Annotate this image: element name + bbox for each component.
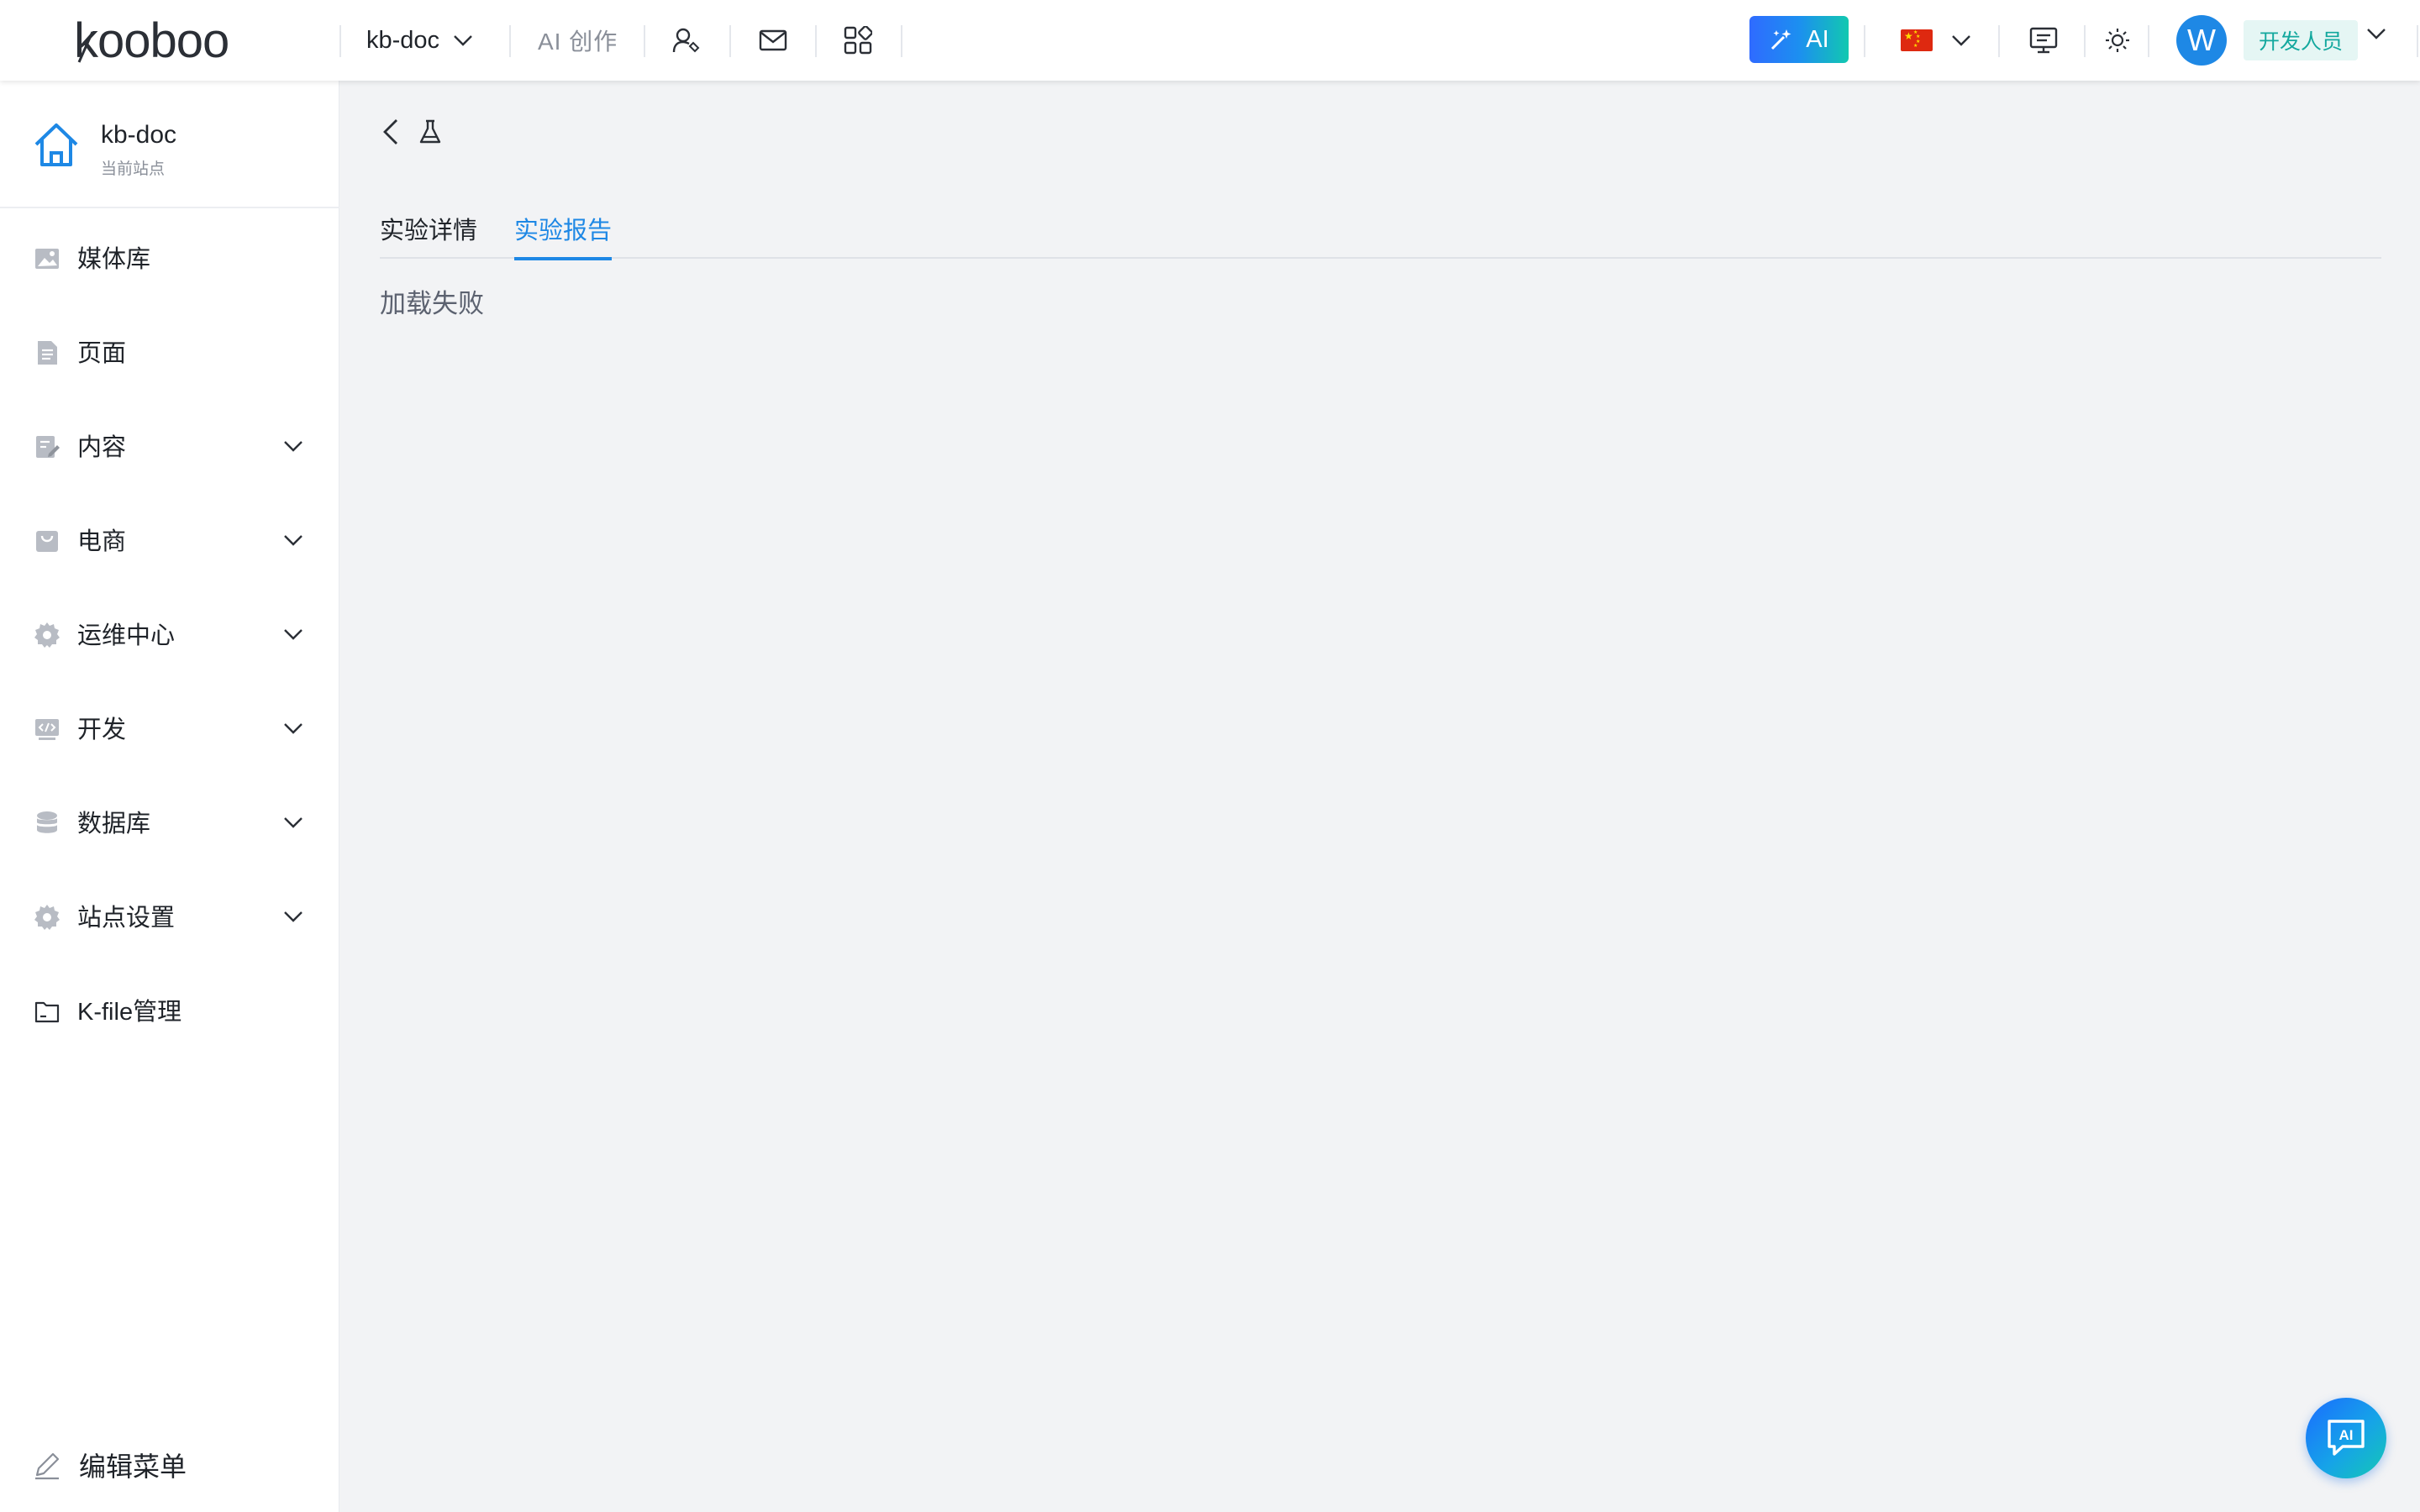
theme-sun-icon[interactable] — [2097, 20, 2138, 60]
image-icon — [35, 249, 59, 269]
sidebar-item-ecommerce[interactable]: 电商 — [0, 509, 339, 570]
current-site-header[interactable]: kb-doc 当前站点 — [0, 81, 339, 208]
role-badge[interactable]: 开发人员 — [2244, 20, 2358, 60]
home-icon — [34, 123, 78, 166]
back-arrow-icon[interactable] — [380, 118, 405, 146]
site-switcher[interactable]: kb-doc — [366, 20, 473, 60]
load-failed-message: 加载失败 — [380, 289, 484, 318]
divider — [2084, 25, 2086, 57]
chevron-down-icon — [284, 441, 302, 452]
svg-text:AI: AI — [2339, 1427, 2354, 1443]
settings-icon — [34, 905, 60, 930]
chevron-down-icon — [284, 817, 302, 828]
divider — [339, 25, 341, 57]
site-switcher-label: kb-doc — [366, 26, 440, 54]
pencil-icon — [35, 1452, 60, 1480]
sidebar: kb-doc 当前站点 媒体库 页面 内容 电商 运维中心 开发 数据库 站点设… — [0, 81, 339, 1512]
sidebar-item-label: 运维中心 — [77, 622, 176, 649]
sidebar-item-label: 站点设置 — [77, 905, 176, 932]
site-subtitle: 当前站点 — [101, 160, 166, 178]
chevron-down-icon — [284, 723, 302, 734]
document-icon — [38, 341, 57, 365]
sidebar-item-label: 电商 — [77, 528, 127, 555]
ai-chat-icon: AI — [2328, 1420, 2365, 1456]
sidebar-item-ops[interactable]: 运维中心 — [0, 603, 339, 664]
ai-button[interactable]: AI — [1749, 16, 1849, 63]
edit-menu-button[interactable]: 编辑菜单 — [32, 1441, 187, 1488]
sidebar-item-pages[interactable]: 页面 — [0, 321, 339, 381]
divider — [901, 25, 902, 57]
account-menu-toggle[interactable] — [2366, 27, 2386, 45]
divider — [1998, 25, 2000, 57]
site-title: kb-doc — [101, 121, 177, 149]
ai-chat-button[interactable]: AI — [2306, 1398, 2386, 1478]
tab-experiment-report[interactable]: 实验报告 — [514, 198, 613, 260]
chevron-down-icon — [284, 535, 302, 546]
user-permission-icon[interactable] — [666, 20, 706, 60]
sidebar-item-label: 内容 — [77, 434, 127, 461]
page-header — [380, 118, 442, 146]
user-avatar[interactable]: W — [2176, 15, 2227, 66]
content-edit-icon — [36, 436, 60, 458]
kooboo-logo[interactable]: kooboo — [74, 15, 272, 66]
sidebar-item-label: 页面 — [77, 340, 127, 367]
divider — [644, 25, 645, 57]
chevron-down-icon — [1952, 35, 1970, 46]
cn-flag-icon: ★ ★ ★ ★ ★ — [1901, 29, 1933, 51]
sidebar-item-site-settings[interactable]: 站点设置 — [0, 885, 339, 946]
gear-icon — [34, 622, 60, 648]
chevron-down-icon — [2367, 29, 2386, 39]
top-bar: kooboo kb-doc AI 创作 AI ★ ★ ★ ★ ★ W 开发人员 — [0, 0, 2420, 81]
divider — [2148, 25, 2149, 57]
ai-button-label: AI — [1806, 25, 1829, 53]
divider — [509, 25, 511, 57]
edit-menu-label: 编辑菜单 — [79, 1452, 187, 1482]
report-tabs: 实验详情 实验报告 — [380, 198, 2381, 260]
shop-icon — [36, 531, 58, 552]
sidebar-item-content[interactable]: 内容 — [0, 415, 339, 475]
svg-text:kooboo: kooboo — [74, 15, 229, 66]
divider — [729, 25, 731, 57]
sidebar-item-label: 开发 — [77, 717, 127, 743]
sidebar-item-label: K-file管理 — [77, 999, 182, 1026]
chevron-down-icon — [284, 629, 302, 640]
sidebar-item-label: 媒体库 — [77, 246, 151, 273]
sidebar-item-kfile[interactable]: K-file管理 — [0, 979, 339, 1040]
sidebar-item-label: 数据库 — [77, 811, 151, 837]
divider — [815, 25, 817, 57]
flask-icon — [419, 119, 441, 144]
code-icon — [35, 719, 59, 740]
database-icon — [37, 811, 57, 833]
ai-create-link[interactable]: AI 创作 — [538, 20, 618, 60]
chevron-down-icon — [454, 35, 472, 46]
sidebar-item-dev[interactable]: 开发 — [0, 697, 339, 758]
magic-wand-icon — [1771, 29, 1791, 50]
folder-icon — [34, 1001, 60, 1023]
language-selector[interactable]: ★ ★ ★ ★ ★ — [1901, 20, 1971, 60]
mail-icon[interactable] — [753, 20, 793, 60]
apps-grid-icon[interactable] — [838, 20, 878, 60]
sidebar-item-media[interactable]: 媒体库 — [0, 227, 339, 287]
sidebar-item-database[interactable]: 数据库 — [0, 791, 339, 852]
divider — [2417, 25, 2418, 57]
chevron-down-icon — [284, 911, 302, 922]
divider — [1864, 25, 1865, 57]
main-content: 实验详情 实验报告 加载失败 — [339, 81, 2420, 1512]
tab-experiment-details[interactable]: 实验详情 — [380, 198, 477, 259]
monitor-icon[interactable] — [2023, 20, 2064, 60]
